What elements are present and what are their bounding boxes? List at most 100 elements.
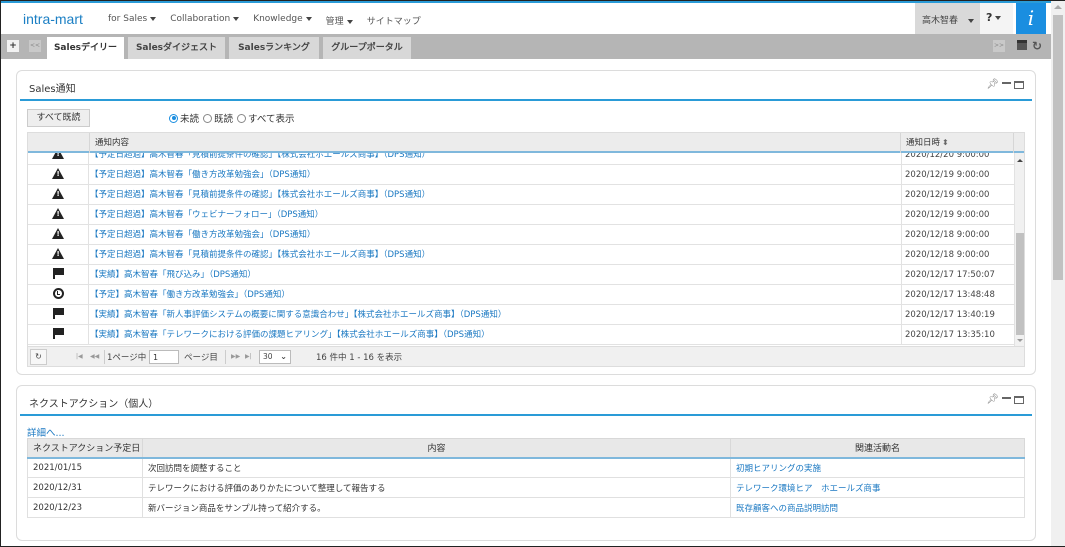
warning-icon [52, 208, 64, 219]
notice-link[interactable]: 【予定日超過】高木智春「見積前提条件の確認」【株式会社ホエールズ商事】（DPS通… [90, 190, 430, 200]
scroll-tabs-left-button[interactable]: << [29, 40, 41, 52]
refresh-portal-button[interactable]: ↻ [1032, 40, 1042, 52]
pin-icon[interactable]: 📌︎ [986, 394, 999, 405]
radio-unread[interactable] [169, 113, 178, 123]
caret-down-icon [995, 16, 1002, 20]
notice-link[interactable]: 【実績】高木智春「飛び込み」（DPS通知） [90, 270, 256, 280]
notice-link[interactable]: 【予定】高木智春「働き方改革勉強会」（DPS通知） [90, 290, 290, 300]
notice-content-cell: 【予定日超過】高木智春「働き方改革勉強会」（DPS通知） [90, 165, 900, 185]
date-column-header[interactable]: 通知日時 ⬍ [901, 133, 1014, 153]
scrollbar-thumb[interactable] [1016, 233, 1024, 335]
scroll-tabs-right-button[interactable]: >> [993, 40, 1005, 52]
nav-sitemap[interactable]: サイトマップ [367, 14, 421, 27]
maximize-icon[interactable] [1014, 80, 1024, 89]
tab-sales-daily[interactable]: Salesデイリー [47, 37, 124, 59]
tab-group-portal[interactable]: グループポータル [323, 37, 411, 59]
detail-link[interactable]: 詳細へ... [27, 425, 65, 439]
nav-knowledge[interactable]: Knowledge [253, 14, 312, 27]
tab-sales-ranking[interactable]: Salesランキング [229, 37, 319, 59]
related-activity-cell: 既存顧客への商品説明訪問 [730, 497, 1025, 518]
minimize-icon[interactable] [1002, 82, 1011, 84]
flag-icon [52, 308, 64, 319]
info-button[interactable]: i [1016, 3, 1046, 34]
tab-sales-digest[interactable]: Salesダイジェスト [128, 37, 225, 59]
notice-content-cell: 【予定日超過】高木智春「見積前提条件の確認」【株式会社ホエールズ商事】（DPS通… [90, 245, 900, 265]
notice-row[interactable]: 【予定日超過】高木智春「ウェビナーフォロー」（DPS通知） 2020/12/19 … [28, 205, 1014, 225]
last-page-button[interactable]: ▶| [245, 353, 252, 360]
table-body: 2021/01/15 次回訪問を調整すること 初期ヒアリングの実施 2020/12/3… [27, 457, 1025, 518]
scroll-up-icon[interactable] [1017, 159, 1023, 162]
table-row: 2021/01/15 次回訪問を調整すること 初期ヒアリングの実施 [27, 457, 1025, 478]
help-icon: ? [986, 11, 993, 24]
notice-link[interactable]: 【予定日超過】高木智春「見積前提条件の確認」【株式会社ホエールズ商事】（DPS通… [90, 250, 430, 260]
refresh-icon: ↻ [35, 352, 42, 361]
related-activity-link[interactable]: テレワーク環境ヒア ホエールズ商事 [736, 484, 881, 494]
radio-label: 既読 [214, 114, 234, 125]
window-layout-button[interactable] [1017, 40, 1027, 50]
notice-link[interactable]: 【予定日超過】高木智春「ウェビナーフォロー」（DPS通知） [90, 210, 323, 220]
scrollbar-thumb[interactable] [1053, 15, 1063, 280]
radio-read[interactable] [203, 113, 213, 123]
nav-for-sales[interactable]: for Sales [108, 14, 157, 27]
notice-row[interactable]: 【実績】高木智春「新人事評価システムの概要に関する意識合わせ」【株式会社ホエール… [28, 305, 1014, 325]
scroll-up-icon[interactable] [1054, 5, 1062, 9]
action-content-cell: 次回訪問を調整すること [142, 457, 731, 478]
related-activity-link[interactable]: 既存顧客への商品説明訪問 [736, 504, 838, 514]
first-page-button[interactable]: |◀ [76, 353, 83, 360]
prev-page-button[interactable]: ◀◀ [90, 353, 99, 360]
notice-date-cell: 2020/12/17 13:40:19 [901, 305, 1014, 325]
pin-icon[interactable]: 📌︎ [986, 79, 999, 90]
page-scrollbar[interactable] [1051, 1, 1065, 546]
notice-row[interactable]: 【実績】高木智春「テレワークにおける評価の課題ヒアリング」【株式会社ホエールズ商… [28, 325, 1014, 345]
user-menu[interactable]: 高木智春 [915, 3, 980, 34]
notice-row[interactable]: 【予定日超過】高木智春「見積前提条件の確認」【株式会社ホエールズ商事】（DPS通… [28, 245, 1014, 265]
sort-icon[interactable]: ⬍ [942, 138, 949, 147]
nav-collaboration[interactable]: Collaboration [170, 14, 240, 27]
maximize-icon[interactable] [1014, 395, 1024, 404]
page-size-select[interactable]: 30 ⌄ [259, 350, 291, 364]
notice-row[interactable]: 【実績】高木智春「飛び込み」（DPS通知） 2020/12/17 17:50:07 [28, 265, 1014, 285]
icon-column-header [28, 133, 90, 153]
notice-row[interactable]: 【予定】高木智春「働き方改革勉強会」（DPS通知） 2020/12/17 13:4… [28, 285, 1014, 305]
notice-content-cell: 【予定日超過】高木智春「働き方改革勉強会」（DPS通知） [90, 225, 900, 245]
page-number-input[interactable] [149, 350, 179, 364]
brand-logo[interactable]: intra-mart [23, 11, 83, 27]
grid-scrollbar[interactable] [1014, 153, 1024, 346]
notice-type-cell [28, 325, 89, 345]
next-action-portlet: ネクストアクション（個人） 📌︎ 詳細へ... ネクストアクション予定日 内容 … [16, 385, 1036, 541]
warning-icon [52, 168, 64, 179]
notice-type-cell [28, 265, 89, 285]
reload-grid-button[interactable]: ↻ [30, 349, 47, 365]
radio-show-all[interactable] [237, 113, 247, 123]
notice-type-cell [28, 305, 89, 325]
notice-link[interactable]: 【予定日超過】高木智春「働き方改革勉強会」（DPS通知） [90, 230, 315, 240]
table-row: 2020/12/23 新バージョン商品をサンプル持って紹介する。 既存顧客への商品説… [27, 497, 1025, 518]
nav-label: サイトマップ [366, 17, 421, 27]
notice-link[interactable]: 【予定日超過】高木智春「働き方改革勉強会」（DPS通知） [90, 170, 315, 180]
notice-type-cell [28, 153, 89, 165]
scroll-down-icon[interactable] [1017, 339, 1023, 342]
double-chevron-left-icon: << [29, 42, 41, 49]
tab-label: Salesランキング [238, 43, 310, 53]
notice-link[interactable]: 【実績】高木智春「新人事評価システムの概要に関する意識合わせ」【株式会社ホエール… [90, 310, 506, 320]
nav-admin[interactable]: 管理 [326, 14, 353, 27]
notice-date-cell: 2020/12/19 9:00:00 [901, 165, 1014, 185]
mark-all-read-button[interactable]: すべて既読 [27, 109, 90, 127]
minimize-icon[interactable] [1002, 397, 1011, 399]
notice-row[interactable]: 【予定日超過】高木智春「働き方改革勉強会」（DPS通知） 2020/12/18 9… [28, 225, 1014, 245]
related-activity-link[interactable]: 初期ヒアリングの実施 [736, 464, 821, 474]
notice-row[interactable]: 【予定日超過】高木智春「見積前提条件の確認」【株式会社ホエールズ商事】（DPS通… [28, 153, 1014, 165]
grid-body: 【予定日超過】高木智春「見積前提条件の確認」【株式会社ホエールズ商事】（DPS通… [28, 153, 1014, 346]
table-row: 2020/12/31 テレワークにおける評価のありかたについて整理して報告する テレ… [27, 477, 1025, 498]
next-page-button[interactable]: ▶▶ [231, 353, 240, 360]
add-tab-button[interactable]: + [7, 40, 19, 52]
notice-row[interactable]: 【予定日超過】高木智春「働き方改革勉強会」（DPS通知） 2020/12/19 9… [28, 165, 1014, 185]
help-menu[interactable]: ? [980, 3, 1013, 34]
notice-link[interactable]: 【予定日超過】高木智春「見積前提条件の確認」【株式会社ホエールズ商事】（DPS通… [90, 153, 430, 160]
notice-row[interactable]: 【予定日超過】高木智春「見積前提条件の確認」【株式会社ホエールズ商事】（DPS通… [28, 185, 1014, 205]
notice-link[interactable]: 【実績】高木智春「テレワークにおける評価の課題ヒアリング」【株式会社ホエールズ商… [90, 330, 490, 340]
content-column-header[interactable]: 通知内容 [90, 133, 901, 153]
column-label: 通知内容 [95, 138, 130, 148]
warning-icon [52, 248, 64, 259]
notice-date-cell: 2020/12/19 9:00:00 [901, 185, 1014, 205]
